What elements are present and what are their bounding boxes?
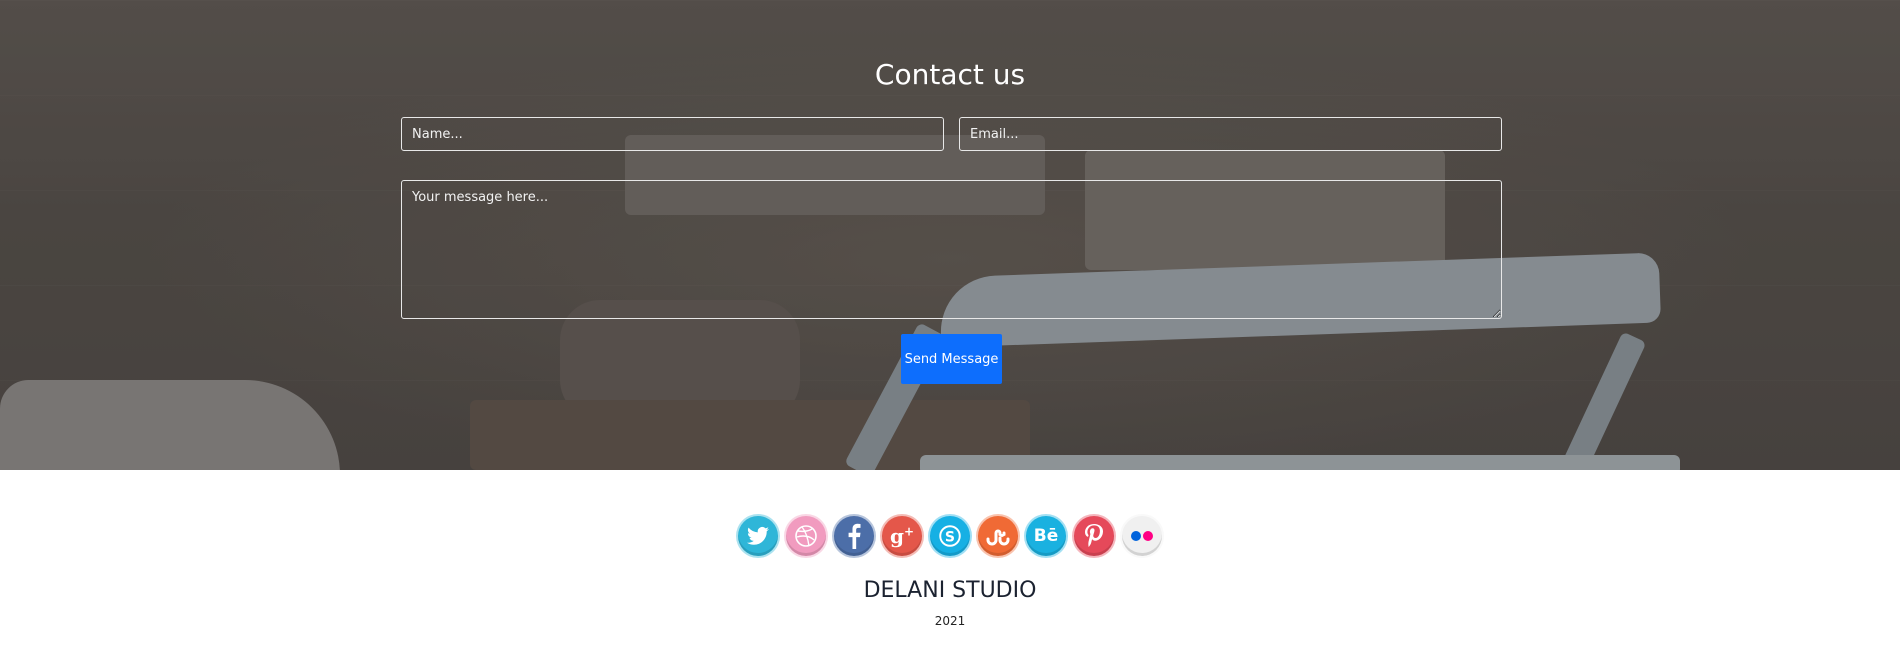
- svg-text:S: S: [945, 529, 955, 545]
- message-field[interactable]: [401, 180, 1502, 319]
- flickr-blue-dot: [1131, 531, 1141, 541]
- stumbleupon-icon[interactable]: [976, 514, 1020, 558]
- flickr-icon[interactable]: [1120, 514, 1164, 558]
- behance-icon[interactable]: Bē: [1024, 514, 1068, 558]
- facebook-icon[interactable]: [832, 514, 876, 558]
- google-plus-icon[interactable]: g+: [880, 514, 924, 558]
- social-links: g+ S Bē: [736, 514, 1168, 560]
- studio-name: DELANI STUDIO: [863, 578, 1037, 603]
- send-message-button[interactable]: Send Message: [901, 334, 1002, 384]
- name-field[interactable]: [401, 117, 944, 151]
- contact-section: Contact us Send Message: [0, 0, 1900, 470]
- skype-icon[interactable]: S: [928, 514, 972, 558]
- copyright-year: 2021: [934, 614, 966, 628]
- twitter-icon[interactable]: [736, 514, 780, 558]
- dribbble-icon[interactable]: [784, 514, 828, 558]
- pinterest-icon[interactable]: [1072, 514, 1116, 558]
- flickr-pink-dot: [1143, 531, 1153, 541]
- contact-title: Contact us: [874, 58, 1026, 91]
- email-field[interactable]: [959, 117, 1502, 151]
